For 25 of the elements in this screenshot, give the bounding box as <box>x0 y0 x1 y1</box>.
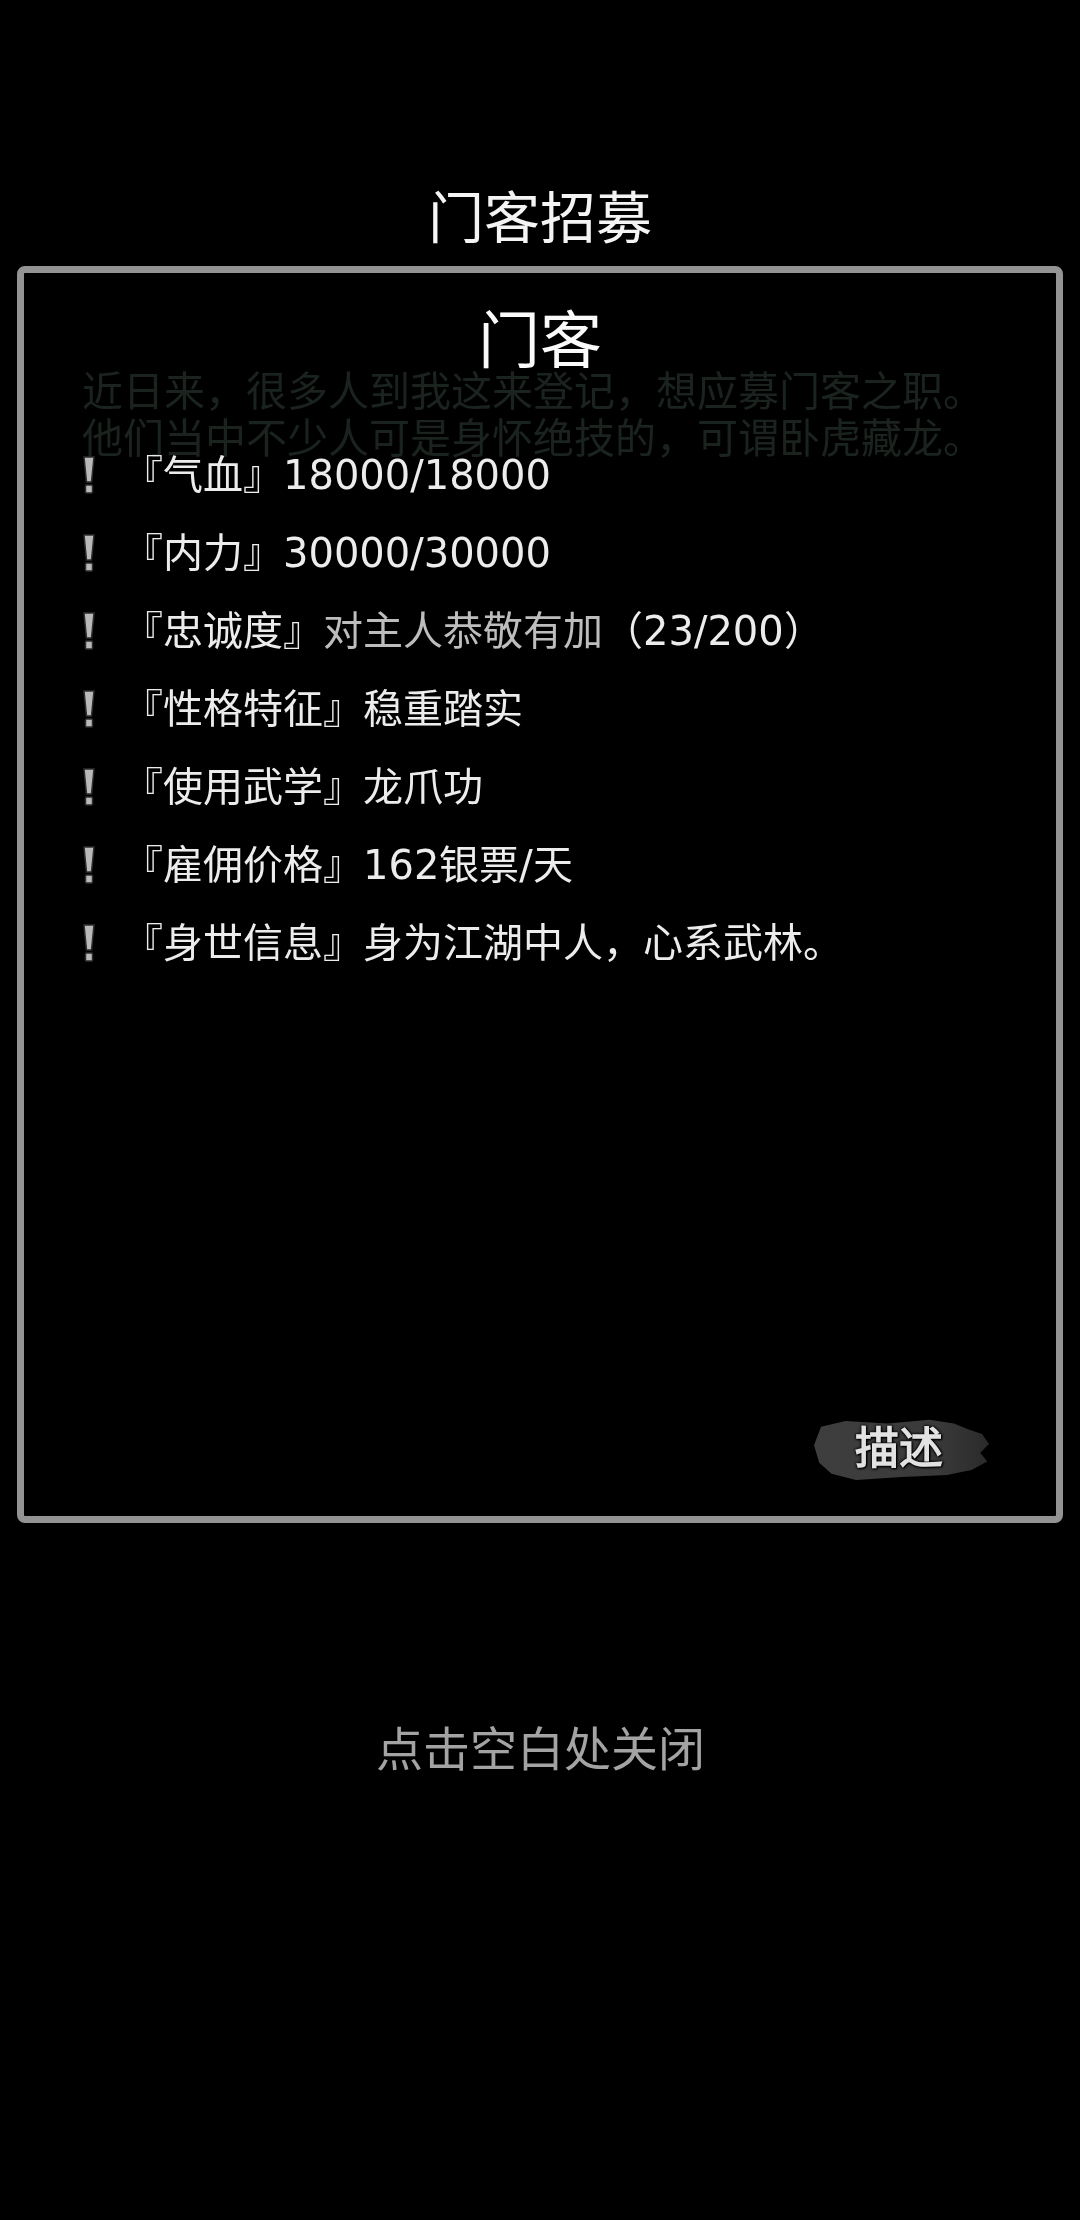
close-hint: 点击空白处关闭 <box>375 1726 705 1773</box>
stat-value: 稳重踏实 <box>363 689 523 729</box>
stat-label: 『忠诚度』 <box>123 611 323 651</box>
stat-value: 18000/18000 <box>283 455 551 495</box>
stat-label: 『雇佣价格』 <box>123 845 363 885</box>
stat-value: 30000/30000 <box>283 533 551 573</box>
exclamation-icon <box>82 690 96 728</box>
stat-label: 『内力』 <box>123 533 283 573</box>
exclamation-icon <box>82 456 96 494</box>
stat-value: 龙爪功 <box>363 767 483 807</box>
dialog-title: 门客 <box>478 311 602 373</box>
exclamation-icon <box>82 612 96 650</box>
stat-value: 对主人恭敬有加 <box>323 611 603 651</box>
exclamation-icon <box>82 846 96 884</box>
stat-value: 身为江湖中人，心系武林。 <box>363 923 843 963</box>
stat-count: （23/200） <box>603 611 824 651</box>
exclamation-icon <box>82 924 96 962</box>
page-title: 门客招募 <box>428 191 652 247</box>
exclamation-icon <box>82 768 96 806</box>
stat-label: 『身世信息』 <box>123 923 363 963</box>
exclamation-icon <box>82 534 96 572</box>
stat-label: 『性格特征』 <box>123 689 363 729</box>
stat-label: 『使用武学』 <box>123 767 363 807</box>
describe-button[interactable]: 描述 <box>814 1418 989 1480</box>
stat-value: 162银票/天 <box>363 845 573 885</box>
